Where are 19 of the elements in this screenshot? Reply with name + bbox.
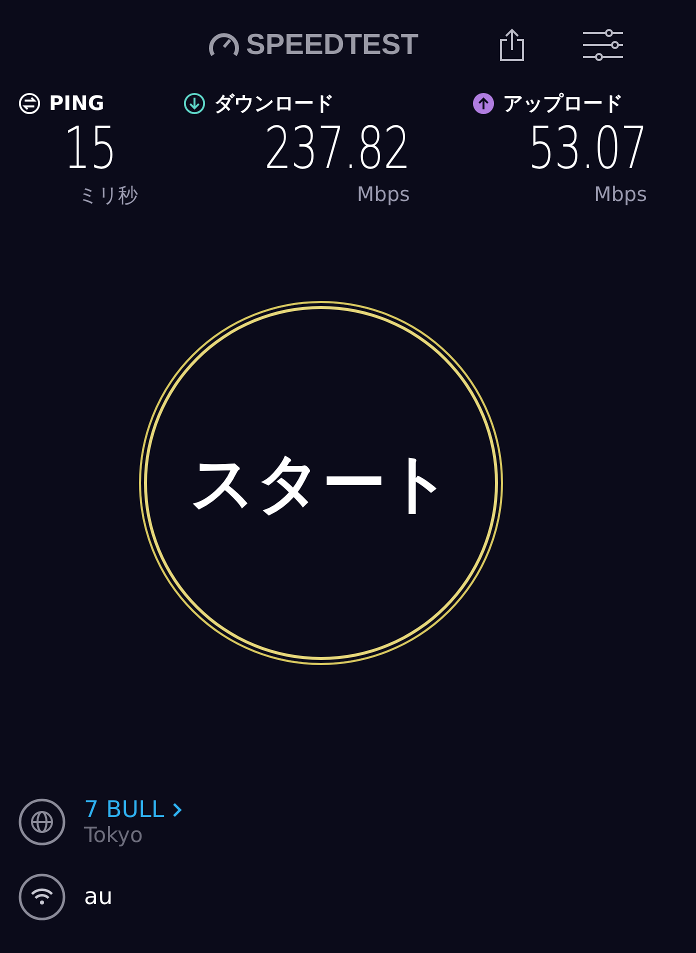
metric-unit: Mbps bbox=[356, 182, 410, 206]
start-button[interactable]: スタート bbox=[139, 301, 503, 665]
globe-icon bbox=[18, 798, 66, 846]
wifi-icon bbox=[18, 873, 66, 921]
metric-label: アップロード bbox=[503, 90, 623, 116]
server-link[interactable]: 7 BULL bbox=[84, 797, 182, 823]
share-icon[interactable] bbox=[498, 28, 526, 62]
metric-label: PING bbox=[49, 91, 104, 115]
metric-value: 53.07 bbox=[528, 116, 648, 180]
metric-value: 15 bbox=[64, 116, 117, 180]
metric-unit: ミリ秒 bbox=[78, 182, 138, 209]
metric-label: ダウンロード bbox=[214, 90, 334, 116]
network-name: au bbox=[84, 884, 113, 910]
metric-value: 237.82 bbox=[264, 116, 410, 180]
chevron-icon bbox=[172, 802, 182, 818]
server-location: Tokyo bbox=[84, 823, 144, 847]
settings-icon[interactable] bbox=[582, 28, 624, 62]
speedtest-logo: SPEEDTEST bbox=[208, 28, 418, 62]
metric-unit: Mbps bbox=[594, 182, 648, 206]
